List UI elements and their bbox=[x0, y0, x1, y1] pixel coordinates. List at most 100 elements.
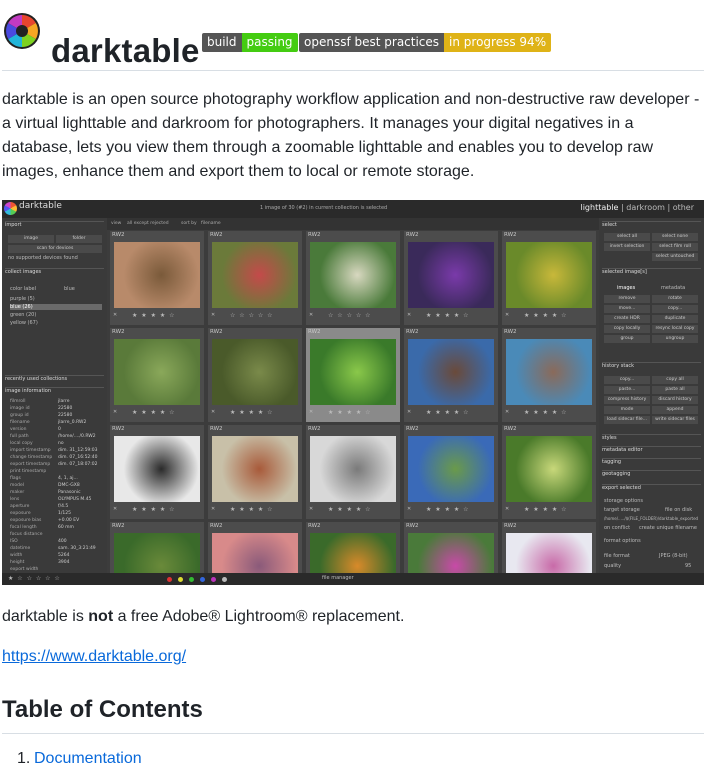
history-stack-module[interactable]: history stack bbox=[602, 362, 701, 371]
star-rating[interactable]: ☆ ☆ ☆ ☆ ☆ bbox=[328, 312, 372, 319]
reject-icon[interactable]: ✕ bbox=[113, 409, 117, 415]
view-other[interactable]: other bbox=[673, 203, 694, 212]
thumbnail[interactable]: RW2 ✕ ★ ★ ★ ★ ☆ bbox=[110, 425, 204, 519]
selected-action-button[interactable]: resync local copy bbox=[652, 325, 698, 333]
blue-label-icon[interactable] bbox=[200, 577, 205, 582]
selected-action-button[interactable]: rotate bbox=[652, 295, 698, 303]
star-rating[interactable]: ☆ ☆ ☆ ☆ ☆ bbox=[230, 312, 274, 319]
selected-action-button[interactable]: ungroup bbox=[652, 335, 698, 343]
quality-value[interactable]: 95 bbox=[685, 563, 691, 569]
yellow-label-icon[interactable] bbox=[178, 577, 183, 582]
star-rating[interactable]: ★ ★ ★ ★ ☆ bbox=[426, 506, 470, 513]
selected-action-button[interactable]: group bbox=[604, 335, 650, 343]
rating-filter[interactable]: ★ ☆ ☆ ☆ ☆ ☆ bbox=[8, 575, 61, 582]
star-rating[interactable]: ★ ★ ★ ★ ☆ bbox=[132, 409, 176, 416]
star-rating[interactable]: ★ ★ ★ ★ ☆ bbox=[426, 312, 470, 319]
history-action-button[interactable]: paste... bbox=[604, 386, 650, 394]
on-conflict-select[interactable]: create unique filename bbox=[639, 525, 697, 531]
thumbnail[interactable]: RW2 ✕ ★ ★ ★ ★ ☆ bbox=[110, 231, 204, 325]
toc-link-documentation[interactable]: Documentation bbox=[34, 750, 142, 768]
color-label-rule[interactable]: color label bbox=[10, 286, 36, 292]
gray-label-icon[interactable] bbox=[222, 577, 227, 582]
tagging-module[interactable]: tagging bbox=[602, 458, 701, 467]
select-untouched-button[interactable]: select untouched bbox=[652, 253, 698, 261]
select-module[interactable]: select bbox=[602, 221, 701, 230]
import-folder-button[interactable]: folder bbox=[56, 235, 102, 243]
reject-icon[interactable]: ✕ bbox=[113, 506, 117, 512]
image-information-module[interactable]: image information bbox=[5, 387, 104, 396]
star-rating[interactable]: ★ ★ ★ ★ ☆ bbox=[230, 409, 274, 416]
history-action-button[interactable]: copy all bbox=[652, 376, 698, 384]
reject-icon[interactable]: ✕ bbox=[505, 312, 509, 318]
styles-module[interactable]: styles bbox=[602, 434, 701, 443]
tab-images[interactable]: images bbox=[617, 285, 635, 291]
history-action-button[interactable]: write sidecar files bbox=[652, 416, 698, 424]
build-badge[interactable]: build passing bbox=[202, 33, 298, 52]
recent-collections-module[interactable]: recently used collections bbox=[5, 375, 104, 384]
history-action-button[interactable]: append bbox=[652, 406, 698, 414]
history-action-button[interactable]: compress history bbox=[604, 396, 650, 404]
invert-selection-button[interactable]: invert selection bbox=[604, 243, 650, 251]
metadata-editor-module[interactable]: metadata editor bbox=[602, 446, 701, 455]
thumbnail[interactable]: RW2 ✕ ☆ ☆ ☆ ☆ ☆ bbox=[208, 231, 302, 325]
reject-icon[interactable]: ✕ bbox=[211, 506, 215, 512]
selected-action-button[interactable]: copy... bbox=[652, 305, 698, 313]
history-action-button[interactable]: discard history bbox=[652, 396, 698, 404]
select-film-roll-button[interactable]: select film roll bbox=[652, 243, 698, 251]
thumbnail[interactable]: RW2 ✕ ★ ★ ★ ★ ☆ bbox=[404, 425, 498, 519]
geotagging-module[interactable]: geotagging bbox=[602, 470, 701, 479]
history-action-button[interactable]: mode bbox=[604, 406, 650, 414]
reject-icon[interactable]: ✕ bbox=[309, 312, 313, 318]
layout-mode-select[interactable]: file manager bbox=[322, 575, 354, 581]
select-none-button[interactable]: select none bbox=[652, 233, 698, 241]
star-rating[interactable]: ★ ★ ★ ★ ☆ bbox=[524, 506, 568, 513]
history-action-button[interactable]: paste all bbox=[652, 386, 698, 394]
thumbnail[interactable]: RW2 ✕ ★ ★ ★ ★ ☆ bbox=[306, 328, 400, 422]
reject-icon[interactable]: ✕ bbox=[113, 312, 117, 318]
label-green[interactable]: green (20) bbox=[10, 312, 102, 318]
import-image-button[interactable]: image bbox=[8, 235, 54, 243]
reject-icon[interactable]: ✕ bbox=[407, 409, 411, 415]
color-label-value[interactable]: blue bbox=[64, 286, 75, 292]
thumbnail[interactable]: RW2 ✕ ★ ★ ★ ★ ☆ bbox=[404, 231, 498, 325]
thumbnail[interactable]: RW2 ✕ ★ ★ ★ ★ ☆ bbox=[306, 425, 400, 519]
website-link[interactable]: https://www.darktable.org/ bbox=[2, 648, 186, 666]
purple-label-icon[interactable] bbox=[211, 577, 216, 582]
reject-icon[interactable]: ✕ bbox=[505, 409, 509, 415]
openssf-badge[interactable]: openssf best practices in progress 94% bbox=[299, 33, 552, 52]
reject-icon[interactable]: ✕ bbox=[211, 312, 215, 318]
thumbnail[interactable]: RW2 ✕ ★ ★ ★ ★ ☆ bbox=[404, 328, 498, 422]
selected-action-button[interactable]: duplicate bbox=[652, 315, 698, 323]
collect-images-module[interactable]: collect images bbox=[5, 268, 104, 277]
selected-action-button[interactable]: move... bbox=[604, 305, 650, 313]
thumbnail[interactable]: RW2 ✕ ★ ★ ★ ★ ☆ bbox=[110, 328, 204, 422]
reject-icon[interactable]: ✕ bbox=[211, 409, 215, 415]
star-rating[interactable]: ★ ★ ★ ★ ☆ bbox=[328, 506, 372, 513]
selected-action-button[interactable]: create HDR bbox=[604, 315, 650, 323]
scan-devices-button[interactable]: scan for devices bbox=[8, 245, 102, 253]
select-all-button[interactable]: select all bbox=[604, 233, 650, 241]
file-format-select[interactable]: JPEG (8-bit) bbox=[659, 553, 688, 559]
selected-action-button[interactable]: remove bbox=[604, 295, 650, 303]
thumbnail[interactable]: RW2 ✕ ★ ★ ★ ★ ☆ bbox=[502, 231, 596, 325]
star-rating[interactable]: ★ ★ ★ ★ ☆ bbox=[524, 409, 568, 416]
star-rating[interactable]: ★ ★ ★ ★ ☆ bbox=[132, 506, 176, 513]
target-storage-select[interactable]: file on disk bbox=[665, 507, 692, 513]
label-blue[interactable]: blue (26) bbox=[10, 304, 102, 310]
star-rating[interactable]: ★ ★ ★ ★ ☆ bbox=[524, 312, 568, 319]
export-path-input[interactable]: /home/...../$(FILE_FOLDER)/darktable_exp… bbox=[604, 516, 698, 521]
tab-metadata[interactable]: metadata bbox=[661, 285, 685, 291]
star-rating[interactable]: ★ ★ ★ ★ ☆ bbox=[328, 409, 372, 416]
reject-icon[interactable]: ✕ bbox=[505, 506, 509, 512]
red-label-icon[interactable] bbox=[167, 577, 172, 582]
reject-icon[interactable]: ✕ bbox=[309, 506, 313, 512]
sort-select[interactable]: filename bbox=[201, 221, 221, 226]
import-module[interactable]: import bbox=[5, 221, 104, 230]
thumbnail[interactable]: RW2 ✕ ★ ★ ★ ★ ☆ bbox=[208, 425, 302, 519]
star-rating[interactable]: ★ ★ ★ ★ ☆ bbox=[426, 409, 470, 416]
green-label-icon[interactable] bbox=[189, 577, 194, 582]
reject-icon[interactable]: ✕ bbox=[407, 506, 411, 512]
history-action-button[interactable]: copy... bbox=[604, 376, 650, 384]
thumbnail[interactable]: RW2 ✕ ☆ ☆ ☆ ☆ ☆ bbox=[306, 231, 400, 325]
view-lighttable[interactable]: lighttable bbox=[580, 203, 618, 212]
